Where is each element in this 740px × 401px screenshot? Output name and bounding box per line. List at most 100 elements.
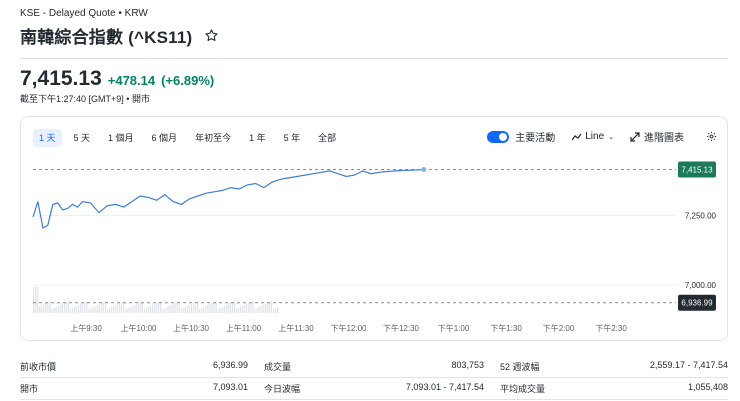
volume-bar	[119, 303, 121, 313]
volume-bar	[43, 304, 45, 313]
volume-bar	[108, 308, 111, 313]
volume-bar	[96, 305, 98, 313]
volume-bar	[88, 309, 90, 313]
volume-bar	[112, 306, 115, 313]
volume-bar	[194, 302, 197, 313]
y-tick-label: 7,250.00	[685, 212, 717, 221]
chart-type-dropdown[interactable]: Line ⌄	[571, 131, 614, 142]
volume-bar	[268, 302, 270, 313]
last-price: 7,415.13	[20, 67, 102, 90]
x-tick-label: 下午1:00	[438, 323, 470, 333]
volume-bar	[121, 302, 123, 313]
volume-bar	[229, 303, 231, 313]
expand-icon	[630, 131, 640, 142]
stat-prev-close: 前收市價 6,936.99	[20, 360, 248, 372]
range-tab-1d[interactable]: 1 天	[33, 129, 62, 147]
volume-bar	[231, 302, 234, 313]
volume-bar	[61, 304, 63, 313]
chart-card: 7,250.00 7,000.00 7,415.13 6,936.99 上午9:30 上午…	[20, 116, 728, 341]
price-line	[32, 168, 424, 229]
volume-bar	[190, 304, 193, 313]
volume-bar	[235, 309, 238, 313]
x-tick-label: 上午11:00	[226, 323, 262, 333]
volume-bar	[186, 306, 188, 313]
volume-bar	[53, 308, 55, 313]
volume-bar	[131, 306, 133, 313]
volume-bar	[49, 301, 51, 313]
volume-bar	[59, 305, 61, 313]
volume-bar	[242, 306, 244, 313]
volume-bar	[82, 303, 84, 313]
volume-bar	[274, 308, 277, 313]
volume-bar	[219, 308, 221, 313]
advanced-chart-label: 進階圖表	[644, 133, 684, 144]
volume-bar	[176, 302, 178, 313]
stats-row: 開市 7,093.01 今日波幅 7,093.01 - 7,417.54 平均成交量…	[20, 378, 728, 400]
volume-bar	[238, 308, 240, 313]
x-tick-label: 下午2:30	[595, 323, 627, 333]
volume-bar	[258, 307, 260, 313]
volume-bar	[199, 309, 201, 313]
stats-row: 前收市價 6,936.99 成交量 803,753 52 週波幅 2,559.17 -…	[20, 356, 728, 378]
page-title: 南韓綜合指數 (^KS11)	[20, 28, 193, 47]
volume-bar	[205, 306, 207, 313]
volume-bar	[184, 307, 186, 313]
volume-bar	[84, 302, 86, 313]
volume-bar	[37, 287, 39, 313]
volume-bar	[270, 301, 272, 313]
volume-bar	[94, 306, 96, 313]
volume-bar	[250, 302, 252, 313]
volume-bar	[102, 302, 104, 313]
key-events-toggle[interactable]: 主要活動	[487, 129, 555, 144]
volume-bar	[223, 306, 225, 313]
volume-bar	[117, 304, 119, 313]
volume-bar	[139, 302, 141, 313]
stat-52w-range: 52 週波幅 2,559.17 - 7,417.54	[500, 360, 728, 372]
prev-close-tag-label: 6,936.99	[681, 299, 713, 308]
volume-bar	[76, 306, 78, 313]
y-tick-label: 7,000.00	[685, 281, 717, 290]
chevron-down-icon: ⌄	[608, 133, 614, 141]
volume-bar	[63, 303, 65, 313]
price-change-percent: (+6.89%)	[161, 73, 215, 88]
stat-day-range: 今日波幅 7,093.01 - 7,417.54	[264, 382, 484, 394]
advanced-chart-button[interactable]: 進階圖表	[630, 129, 684, 144]
range-tab-6m[interactable]: 6 個月	[146, 129, 184, 147]
range-tab-1y[interactable]: 1 年	[243, 129, 272, 147]
volume-bar	[168, 306, 170, 313]
volume-bar	[90, 308, 92, 313]
range-tab-1m[interactable]: 1 個月	[102, 129, 140, 147]
chart-settings-button[interactable]	[706, 131, 717, 142]
volume-bar	[71, 308, 74, 313]
volume-bar	[188, 305, 190, 313]
range-tab-5d[interactable]: 5 天	[68, 129, 97, 147]
volume-bar	[100, 303, 102, 313]
volume-bar	[153, 304, 156, 313]
volume-bar	[151, 305, 154, 313]
stat-volume: 成交量 803,753	[264, 360, 484, 372]
volume-bar	[211, 303, 213, 313]
line-chart-icon	[571, 133, 582, 140]
volume-bar	[213, 302, 215, 313]
volume-bar	[65, 302, 67, 313]
volume-bar	[47, 302, 49, 313]
volume-bar	[78, 305, 80, 313]
stat-avg-volume: 平均成交量 1,055,408	[500, 382, 728, 394]
star-icon[interactable]	[204, 28, 219, 43]
range-tab-all[interactable]: 全部	[312, 129, 342, 147]
volume-bar	[252, 301, 254, 313]
price-chart[interactable]: 7,250.00 7,000.00 7,415.13 6,936.99 上午9:30 上午…	[21, 117, 729, 342]
volume-bar	[182, 308, 184, 313]
x-tick-label: 上午11:30	[278, 323, 314, 333]
volume-bar	[244, 305, 246, 313]
volume-bar	[51, 309, 53, 313]
header-divider	[20, 58, 728, 59]
volume-bar	[272, 309, 275, 313]
volume-bar	[110, 307, 113, 313]
range-tab-ytd[interactable]: 年初至今	[189, 129, 237, 147]
toggle-switch[interactable]	[487, 130, 510, 143]
volume-bar	[170, 305, 172, 313]
volume-bar	[246, 304, 248, 313]
range-tab-5y[interactable]: 5 年	[278, 129, 307, 147]
volume-bar	[127, 308, 129, 313]
